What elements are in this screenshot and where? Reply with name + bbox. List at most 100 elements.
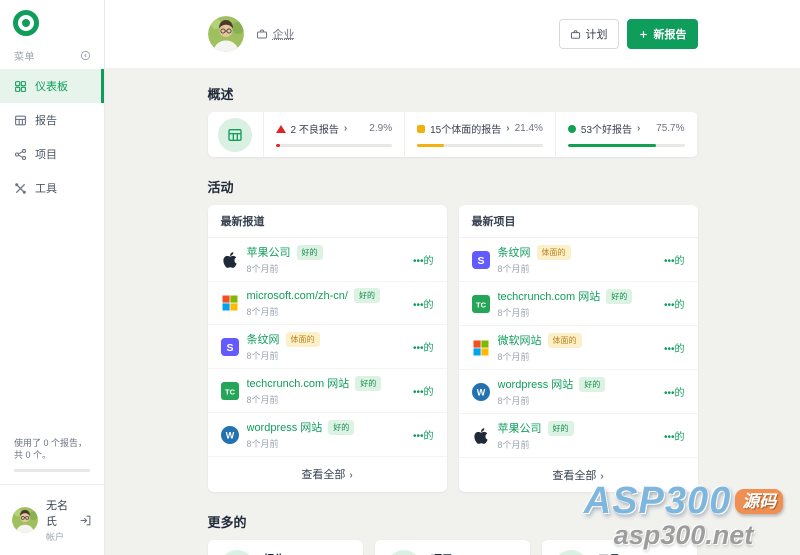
project-name-link[interactable]: wordpress 网站 (498, 376, 574, 392)
sidebar-collapse-icon[interactable] (80, 50, 91, 61)
overview-stat[interactable]: 2 不良报告 › 2.9% (264, 112, 406, 157)
sidebar-nav-item[interactable]: 项目 (0, 137, 104, 171)
report-name-link[interactable]: wordpress 网站 (247, 419, 323, 435)
project-name-link[interactable]: 微软网站 (498, 332, 542, 348)
svg-text:W: W (476, 387, 485, 397)
project-name-link[interactable]: 苹果公司 (498, 420, 542, 436)
chevron-right-icon: › (343, 123, 348, 134)
report-time: 8个月前 (246, 439, 279, 449)
stat-label: 15个体面的报告 (430, 125, 502, 136)
shortcut-tile-icon (219, 550, 254, 555)
row-actions-menu[interactable]: •••的 (664, 428, 685, 443)
report-name-link[interactable]: 条纹网 (247, 331, 280, 347)
nav-item-label: 项目 (35, 149, 57, 161)
sidebar-nav-item[interactable]: 工具 (0, 171, 104, 205)
stat-percent: 75.7% (656, 123, 685, 134)
nav-item-icon (14, 148, 27, 161)
logout-icon[interactable] (79, 514, 92, 527)
stat-label: 2 不良报告 (290, 125, 339, 136)
nav-item-label: 报告 (35, 115, 57, 127)
site-brand-icon: TC (220, 381, 239, 400)
svg-text:W: W (225, 430, 234, 440)
row-actions-menu[interactable]: •••的 (413, 252, 434, 267)
view-all-projects[interactable]: 查看全部 › (459, 458, 698, 492)
shortcut-title: 报告 (264, 551, 312, 555)
sidebar-nav: 仪表板 报告 项目 工具 (0, 69, 104, 205)
project-time: 8个月前 (497, 308, 530, 318)
status-marker-icon (567, 124, 576, 133)
chevron-right-icon: › (637, 123, 641, 134)
briefcase-icon (256, 29, 267, 39)
menu-label: 菜单 (14, 52, 35, 63)
latest-reports-card: 最新报道 苹果公司 好的 8个月前 •••的 microsoft.com/zh-… (207, 205, 447, 492)
row-actions-menu[interactable]: •••的 (664, 296, 685, 311)
report-time: 8个月前 (246, 264, 279, 274)
company-link[interactable]: 企业 (256, 26, 295, 42)
row-actions-menu[interactable]: •••的 (664, 384, 685, 399)
project-name-link[interactable]: 条纹网 (498, 244, 531, 260)
project-list-item: S 条纹网 体面的 8个月前 •••的 (458, 238, 698, 282)
overview-card: 2 不良报告 › 2.9% 15个体面的报告 › 21.4% 53个好报告 › … (207, 112, 698, 157)
status-marker-icon (417, 124, 426, 133)
svg-text:TC: TC (476, 300, 487, 309)
row-actions-menu[interactable]: •••的 (413, 427, 434, 442)
site-brand-icon: W (471, 382, 490, 401)
chevron-right-icon: › (349, 470, 353, 481)
plan-button[interactable]: 计划 (558, 19, 619, 49)
shortcut-tile-icon (386, 550, 421, 555)
new-report-button[interactable]: 新报告 (626, 19, 698, 49)
nav-item-icon (14, 114, 27, 127)
sidebar-nav-item[interactable]: 仪表板 (0, 69, 104, 103)
phprank-dashboard: 菜单 仪表板 报告 项目 工具 使用了 0 个报告，共 0 个。 无名氏 帐户 … (0, 0, 800, 555)
more-shortcut-card[interactable]: 工具 管理工具。 (542, 540, 698, 555)
row-actions-menu[interactable]: •••的 (413, 339, 434, 354)
row-actions-menu[interactable]: •••的 (413, 296, 434, 311)
status-badge: 好的 (579, 376, 606, 392)
view-all-reports[interactable]: 查看全部 › (208, 457, 447, 491)
report-name-link[interactable]: techcrunch.com 网站 (247, 375, 350, 391)
row-actions-menu[interactable]: •••的 (413, 383, 434, 398)
latest-projects-header: 最新项目 (458, 205, 698, 238)
status-badge: 体面的 (536, 244, 571, 260)
main-area: 企业 计划 新报告 概述 2 不良报告 › 2.9% 15个体面的报告 › 21… (105, 0, 800, 555)
content-area: 概述 2 不良报告 › 2.9% 15个体面的报告 › 21.4% 53个好报告… (105, 68, 800, 555)
report-tile-icon (218, 117, 252, 152)
site-brand-icon (221, 251, 239, 269)
activity-title: 活动 (207, 180, 234, 195)
row-actions-menu[interactable]: •••的 (664, 340, 685, 355)
project-name-link[interactable]: techcrunch.com 网站 (498, 288, 601, 304)
overview-stat[interactable]: 53个好报告 › 75.7% (556, 112, 698, 157)
phprank-logo[interactable] (13, 10, 39, 36)
stat-progressbar (567, 144, 685, 147)
activity-section: 活动 最新报道 苹果公司 好的 8个月前 •••的 microsoft.com/… (207, 177, 698, 492)
report-list-item: microsoft.com/zh-cn/ 好的 8个月前 •••的 (207, 282, 447, 325)
stat-progressbar (275, 144, 393, 147)
latest-projects-card: 最新项目 S 条纹网 体面的 8个月前 •••的 TC techcrunch.c… (458, 205, 698, 492)
nav-item-label: 工具 (35, 183, 57, 195)
more-shortcut-card[interactable]: 报告 管理报告。 (207, 540, 363, 555)
briefcase-icon (570, 29, 580, 39)
chevron-right-icon: › (506, 123, 510, 134)
project-time: 8个月前 (497, 396, 530, 406)
report-list-item: TC techcrunch.com 网站 好的 8个月前 •••的 (207, 369, 447, 413)
row-actions-menu[interactable]: •••的 (664, 252, 685, 267)
report-time: 8个月前 (246, 351, 279, 361)
nav-item-icon (14, 182, 27, 195)
more-shortcut-card[interactable]: 项目 管理项目。 (374, 540, 531, 555)
sidebar-user[interactable]: 无名氏 帐户 (0, 484, 104, 555)
user-name: 无名氏 (46, 500, 68, 528)
overview-stat[interactable]: 15个体面的报告 › 21.4% (405, 112, 556, 157)
report-list-item: 苹果公司 好的 8个月前 •••的 (207, 238, 447, 282)
report-name-link[interactable]: microsoft.com/zh-cn/ (247, 290, 348, 302)
shortcut-tile-icon (554, 550, 589, 555)
more-title: 更多的 (207, 515, 247, 530)
site-brand-icon: S (471, 250, 490, 269)
status-badge: 好的 (355, 375, 382, 391)
sidebar-nav-item[interactable]: 报告 (0, 103, 104, 137)
report-name-link[interactable]: 苹果公司 (247, 244, 291, 260)
status-badge: 好的 (328, 419, 355, 435)
stat-progress-fill (275, 144, 280, 147)
project-time: 8个月前 (497, 264, 530, 274)
top-header: 企业 计划 新报告 (105, 0, 800, 68)
status-marker-icon (275, 124, 286, 133)
